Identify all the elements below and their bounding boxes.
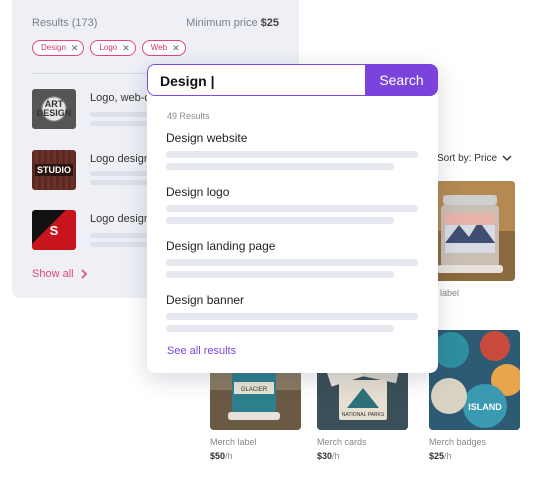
list-item-title: Logo design — [90, 153, 150, 165]
results-count: Results (173) — [32, 17, 98, 29]
thumbnail-text: STUDIO — [34, 164, 73, 176]
filter-chips: Design ✕ Logo ✕ Web ✕ — [32, 40, 186, 56]
skeleton-line — [166, 313, 418, 320]
search-dropdown: Design | Search 49 Results Design websit… — [147, 64, 438, 373]
product-price: $25/h — [429, 451, 452, 461]
minimum-price: Minimum price $25 — [186, 17, 279, 29]
close-icon[interactable]: ✕ — [122, 41, 130, 55]
product-price: $30/h — [317, 451, 340, 461]
list-item-title: Logo design — [90, 213, 150, 225]
product-price: $50/h — [210, 451, 233, 461]
thumbnail-text: ART DESIGN — [36, 99, 72, 118]
product-image-merch-badges[interactable]: ISLAND — [429, 330, 520, 430]
show-all-link[interactable]: Show all — [32, 268, 88, 280]
close-icon[interactable]: ✕ — [172, 41, 180, 55]
thumbnail-image: ART DESIGN — [32, 89, 76, 129]
sort-dropdown[interactable]: Sort by: Price — [437, 153, 512, 164]
suggestion-design-logo[interactable]: Design logo — [166, 185, 229, 199]
skeleton-line — [166, 217, 394, 224]
search-input[interactable]: Design | — [147, 64, 365, 96]
svg-text:GLACIER: GLACIER — [241, 387, 268, 393]
chip-label: Web — [150, 43, 168, 52]
close-icon[interactable]: ✕ — [71, 41, 79, 55]
thumbnail-image: S — [32, 210, 76, 250]
min-price-label: Minimum price — [186, 17, 258, 29]
filter-chip-web[interactable]: Web ✕ — [141, 40, 186, 56]
thumbnail-text: S — [49, 222, 59, 238]
product-label: Merch cards — [317, 437, 367, 447]
show-all-label: Show all — [32, 268, 74, 280]
suggestion-design-landing-page[interactable]: Design landing page — [166, 239, 275, 253]
suggestion-design-website[interactable]: Design website — [166, 131, 247, 145]
skeleton-line — [166, 271, 394, 278]
search-button[interactable]: Search — [365, 64, 438, 96]
results-count-label: 49 Results — [167, 111, 210, 121]
suggestion-design-banner[interactable]: Design banner — [166, 293, 244, 307]
candle-image — [425, 181, 515, 281]
product-price-value: $50 — [210, 451, 226, 461]
product-price-value: $30 — [317, 451, 333, 461]
chevron-down-icon — [502, 155, 512, 161]
price-unit: /h — [225, 451, 233, 461]
list-item-title: Logo, web-c — [90, 92, 150, 104]
skeleton-line — [166, 163, 394, 170]
chevron-right-icon — [81, 269, 87, 279]
merch-badges-image: ISLAND — [429, 330, 520, 430]
product-label: Merch badges — [429, 437, 487, 447]
skeleton-line — [166, 205, 418, 212]
skeleton-line — [166, 151, 418, 158]
skeleton-line — [166, 325, 394, 332]
sort-label: Sort by: Price — [437, 153, 498, 164]
svg-text:NATIONAL PARKS: NATIONAL PARKS — [342, 412, 385, 418]
min-price-value: $25 — [260, 17, 279, 29]
thumbnail-image: STUDIO — [32, 150, 76, 190]
price-unit: /h — [332, 451, 340, 461]
chip-label: Logo — [99, 43, 118, 52]
chip-label: Design — [41, 43, 66, 52]
product-price-value: $25 — [429, 451, 445, 461]
filter-chip-design[interactable]: Design ✕ — [32, 40, 85, 56]
svg-text:ISLAND: ISLAND — [468, 402, 502, 412]
see-all-results-link[interactable]: See all results — [167, 345, 236, 357]
skeleton-line — [166, 259, 418, 266]
filter-chip-logo[interactable]: Logo ✕ — [90, 40, 136, 56]
price-unit: /h — [444, 451, 452, 461]
product-image-candle[interactable] — [425, 181, 515, 281]
product-label: Merch label — [210, 437, 257, 447]
